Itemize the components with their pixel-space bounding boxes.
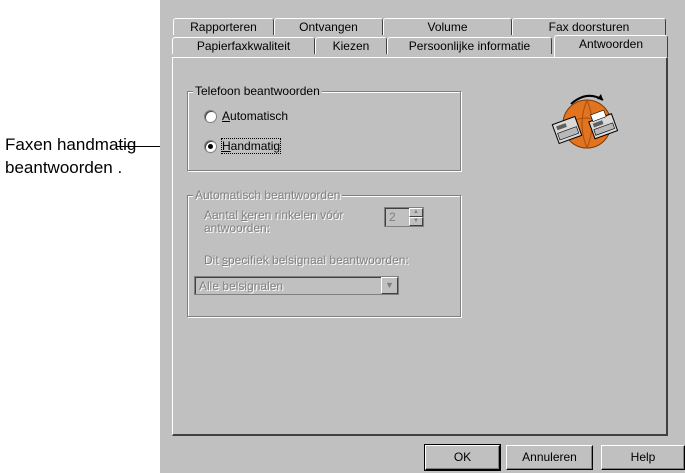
radio-handmatig-label[interactable]: Handmatig (220, 138, 282, 154)
tab-volume[interactable]: Volume (383, 18, 512, 35)
tab-kiezen[interactable]: Kiezen (315, 37, 387, 54)
rings-label-line2: antwoorden: (204, 221, 271, 235)
ring-signal-label: Dit specifiek belsignaal beantwoorden: (204, 253, 409, 267)
fax-properties-dialog: Rapporteren Ontvangen Volume Fax doorstu… (160, 0, 685, 473)
radio-automatisch-label[interactable]: Automatisch (222, 109, 288, 123)
spin-down-icon[interactable]: ▼ (409, 217, 423, 226)
ring-signal-dropdown[interactable]: Alle belsignalen ▼ (194, 276, 399, 295)
rings-label: Aantal keren rinkelen vóór (204, 208, 344, 222)
ok-button[interactable]: OK (424, 444, 501, 471)
radio-handmatig-indicator[interactable] (204, 140, 217, 153)
tab-panel-antwoorden: Telefoon beantwoorden Automatisch Handma… (172, 57, 668, 436)
tab-rapporteren[interactable]: Rapporteren (173, 18, 274, 35)
rings-spinner[interactable]: 2 ▲ ▼ (384, 207, 424, 227)
radio-automatisch-indicator[interactable] (204, 110, 217, 123)
auto-answer-group-title: Automatisch beantwoorden (193, 188, 343, 202)
auto-answer-group: Automatisch beantwoorden Aantal keren ri… (187, 188, 461, 317)
callout-text: Faxen handmatig beantwoorden . (5, 135, 137, 177)
cancel-button[interactable]: Annuleren (506, 445, 593, 470)
answer-phone-group: Telefoon beantwoorden Automatisch Handma… (187, 84, 461, 171)
ring-signal-dropdown-value[interactable]: Alle belsignalen (199, 279, 283, 293)
tab-ontvangen[interactable]: Ontvangen (274, 18, 383, 35)
tab-antwoorden[interactable]: Antwoorden (554, 35, 668, 57)
rings-spinner-value[interactable]: 2 (389, 210, 396, 224)
answer-phone-group-title: Telefoon beantwoorden (193, 84, 322, 98)
tab-papierfaxkwaliteit[interactable]: Papierfaxkwaliteit (172, 37, 315, 54)
dropdown-arrow-icon[interactable]: ▼ (381, 277, 398, 294)
spin-up-icon[interactable]: ▲ (409, 208, 423, 217)
tab-persoonlijke-informatie[interactable]: Persoonlijke informatie (387, 37, 552, 54)
fax-machines-globe-icon (551, 94, 619, 149)
tab-fax-doorsturen[interactable]: Fax doorsturen (512, 18, 666, 35)
help-button[interactable]: Help (601, 445, 685, 470)
